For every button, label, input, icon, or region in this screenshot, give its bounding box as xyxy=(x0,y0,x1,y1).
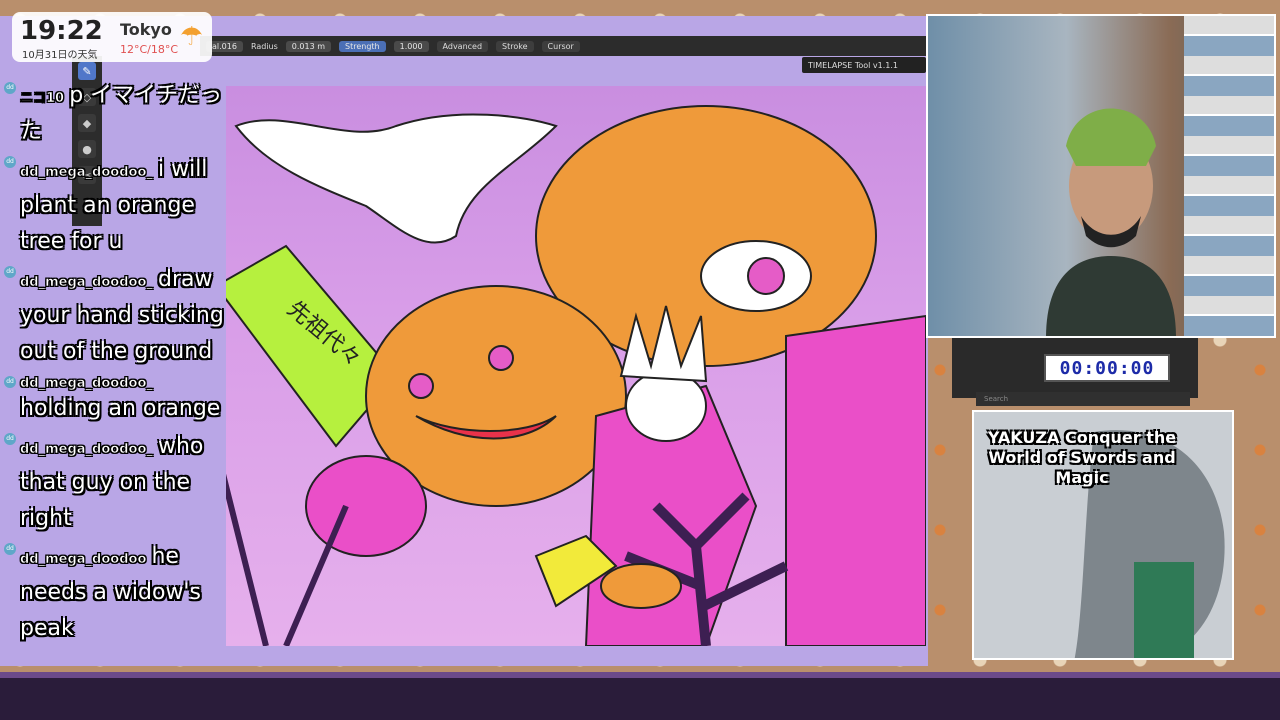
chat-badge-icon: dd xyxy=(4,82,16,94)
book-title: YAKUZA Conquer the World of Swords and M… xyxy=(987,428,1177,487)
chat-message: dd dd_mega_doodoo_ holding an orange xyxy=(4,372,224,427)
chat-message: dd dd_mega_doodoo_ draw your hand sticki… xyxy=(4,262,224,370)
chat-username: dd_mega_doodoo_ xyxy=(20,165,153,181)
search-input[interactable]: Search xyxy=(976,392,1190,406)
radius-input[interactable]: 0.013 m xyxy=(285,40,332,52)
webcam-feed xyxy=(926,14,1276,338)
stream-timer: 00:00:00 xyxy=(1044,354,1170,382)
chat-message: dd dd_mega_doodoo he needs a widow's pea… xyxy=(4,539,224,647)
chat-message: dd dd_mega_doodoo_ who that guy on the r… xyxy=(4,429,224,537)
chat-text: holding an orange xyxy=(20,396,221,421)
clock-city: Tokyo xyxy=(120,20,172,39)
chat-badge-icon: dd xyxy=(4,376,16,388)
pixel-ground xyxy=(0,678,1280,720)
chat-message: dd ニコ10 p イマイチだった xyxy=(4,78,224,150)
halloween-illustration: 先祖代々 xyxy=(226,105,926,646)
chat-username: dd_mega_doodoo_ xyxy=(20,442,153,458)
chat-badge-icon: dd xyxy=(4,433,16,445)
chat-username: ニコ10 xyxy=(20,91,65,107)
chat-badge-icon: dd xyxy=(4,266,16,278)
chat-overlay: dd ニコ10 p イマイチだった dd dd_mega_doodoo_ i w… xyxy=(4,78,224,718)
clock-time: 19:22 xyxy=(20,16,103,46)
clock-weather-widget: 19:22 Tokyo 10月31日の天気 12°C/18°C ☂ xyxy=(12,12,212,62)
strength-input[interactable]: 1.000 xyxy=(393,40,429,52)
vampire-face xyxy=(625,370,707,442)
clock-date: 10月31日の天気 xyxy=(22,50,98,61)
chat-username: dd_mega_doodoo_ xyxy=(20,376,153,392)
book-cover: YAKUZA Conquer the World of Swords and M… xyxy=(972,410,1234,660)
clock-temperature: 12°C/18°C xyxy=(120,43,179,56)
strength-label[interactable]: Strength xyxy=(339,40,386,52)
bookshelf xyxy=(1184,16,1274,336)
ghost xyxy=(234,113,558,244)
rain-cloud-icon: ☂ xyxy=(180,22,204,52)
chat-badge-icon: dd xyxy=(4,156,16,168)
chat-message: dd dd_mega_doodoo_ i will plant an orang… xyxy=(4,152,224,260)
drawing-canvas[interactable]: 先祖代々 xyxy=(226,86,926,646)
radius-label: Radius xyxy=(250,41,278,51)
chat-username: dd_mega_doodoo_ xyxy=(20,275,153,291)
candy-basket xyxy=(600,563,682,609)
stroke-menu[interactable]: Stroke xyxy=(496,40,534,52)
advanced-menu[interactable]: Advanced xyxy=(436,40,489,52)
cursor-menu[interactable]: Cursor xyxy=(541,40,580,52)
pink-hood-character xyxy=(305,455,427,557)
timelapse-tool-panel[interactable]: TIMELAPSE Tool v1.1.1 xyxy=(802,57,926,73)
tool-settings-bar: al.016 Radius 0.013 m Strength 1.000 Adv… xyxy=(200,36,928,56)
streamer-avatar xyxy=(1046,108,1176,336)
right-character xyxy=(785,314,926,646)
chat-username: dd_mega_doodoo xyxy=(20,552,147,568)
chat-badge-icon: dd xyxy=(4,543,16,555)
